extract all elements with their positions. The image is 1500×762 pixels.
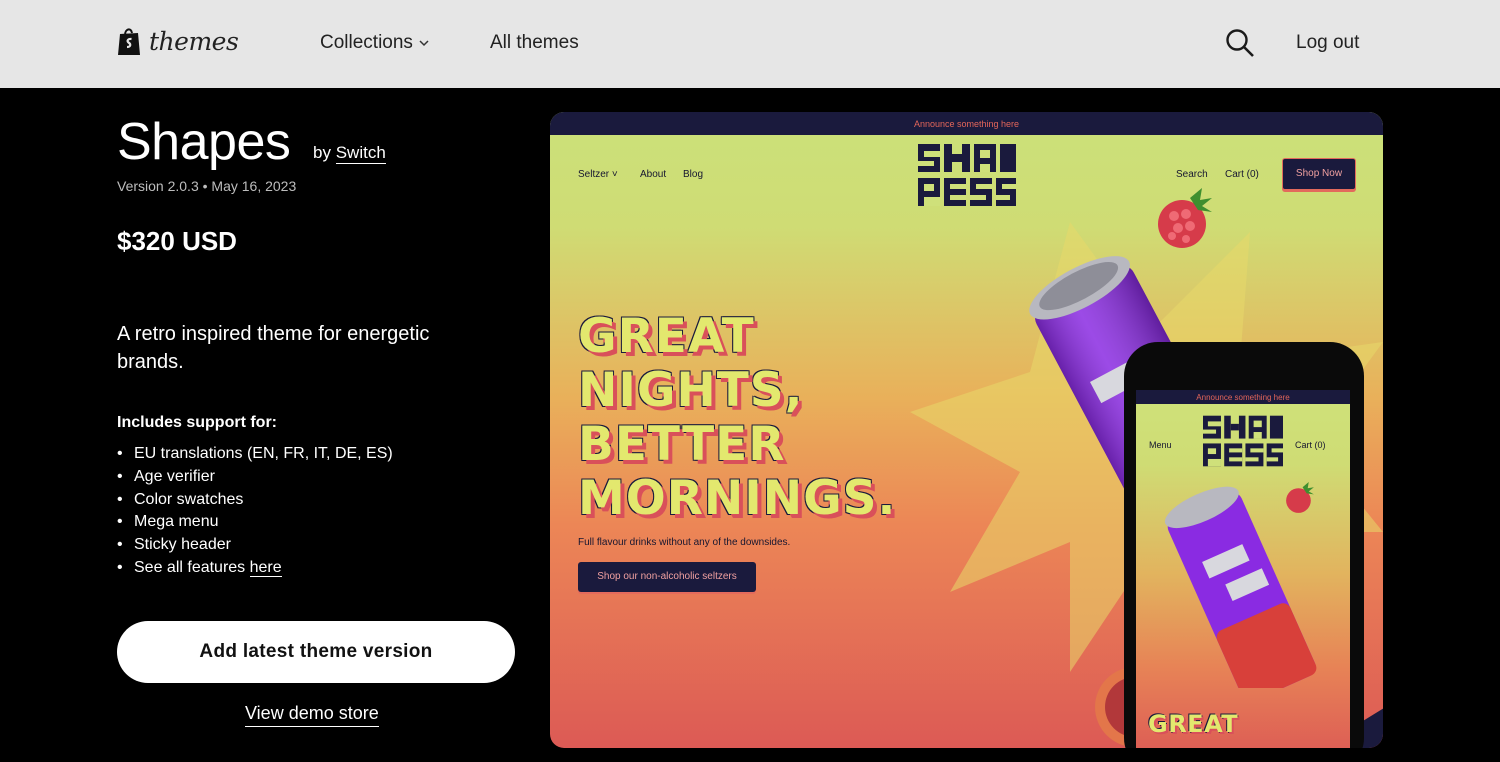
announcement-bar: Announce something here (550, 112, 1383, 135)
theme-title: Shapes (117, 113, 291, 171)
phone-screen: Announce something here Menu Cart (0) GR… (1136, 390, 1350, 748)
shapes-brand-logo (918, 144, 1016, 206)
feature-item: Sticky header (117, 534, 393, 557)
feature-item: Age verifier (117, 466, 393, 489)
theme-version-line: Version 2.0.3 • May 16, 2023 (117, 178, 296, 194)
phone-shapes-logo (1203, 415, 1283, 467)
feature-item: Color swatches (117, 489, 393, 512)
phone-hero-heading: GREAT (1148, 710, 1239, 738)
hero-cta-button[interactable]: Shop our non-alcoholic seltzers (578, 562, 756, 592)
preview-nav-about[interactable]: About (640, 169, 666, 180)
includes-heading: Includes support for: (117, 414, 277, 431)
theme-author-line: by Switch (313, 143, 386, 164)
logo-text: themes (149, 26, 239, 56)
theme-description: A retro inspired theme for energetic bra… (117, 323, 430, 373)
preview-nav-search[interactable]: Search (1176, 169, 1208, 180)
feature-item: Mega menu (117, 511, 393, 534)
features-list: EU translations (EN, FR, IT, DE, ES) Age… (117, 443, 393, 580)
theme-price: $320 USD (117, 226, 237, 256)
feature-item: See all features here (117, 557, 393, 580)
hero-line: MORNINGS. (578, 471, 897, 526)
top-nav: themes Collections All themes Log out (0, 0, 1500, 88)
nav-all-themes-label: All themes (490, 32, 579, 53)
hero-line: BETTER (578, 417, 786, 472)
hero-subtitle: Full flavour drinks without any of the d… (578, 537, 791, 548)
nav-collections-label: Collections (320, 32, 413, 53)
feature-item: EU translations (EN, FR, IT, DE, ES) (117, 443, 393, 466)
nav-all-themes[interactable]: All themes (490, 32, 579, 54)
preview-shop-now-button[interactable]: Shop Now (1282, 158, 1356, 190)
view-demo-store-link[interactable]: View demo store (245, 703, 379, 727)
shopify-bag-icon (118, 28, 140, 55)
release-date: May 16, 2023 (211, 178, 297, 194)
phone-seltzer-can-image (1164, 486, 1317, 688)
see-all-features-link[interactable]: here (249, 558, 282, 577)
chevron-down-icon (419, 40, 429, 47)
hero-heading: GREAT NIGHTS, BETTER MORNINGS. (578, 310, 896, 526)
theme-preview[interactable]: Announce something here Seltzer ˅ About … (550, 112, 1383, 748)
phone-announcement-bar: Announce something here (1136, 390, 1350, 404)
phone-mockup: Announce something here Menu Cart (0) GR… (1124, 342, 1364, 748)
nav-collections[interactable]: Collections (320, 32, 429, 54)
preview-nav-seltzer[interactable]: Seltzer ˅ (578, 169, 618, 180)
add-theme-button[interactable]: Add latest theme version (117, 621, 515, 683)
by-label: by (313, 143, 331, 162)
version-text: Version 2.0.3 (117, 178, 199, 194)
author-link[interactable]: Switch (335, 143, 386, 164)
search-icon[interactable] (1225, 28, 1255, 58)
preview-nav-blog[interactable]: Blog (683, 169, 703, 180)
bottom-arc-decoration (690, 738, 810, 748)
hero-line: NIGHTS, (578, 363, 804, 418)
preview-nav-cart[interactable]: Cart (0) (1225, 169, 1259, 180)
phone-menu-button[interactable]: Menu (1149, 440, 1172, 450)
phone-cart-link[interactable]: Cart (0) (1295, 440, 1326, 450)
shopify-themes-logo[interactable]: themes (117, 26, 239, 56)
hero-line: GREAT (578, 309, 755, 364)
logout-link[interactable]: Log out (1296, 32, 1359, 54)
